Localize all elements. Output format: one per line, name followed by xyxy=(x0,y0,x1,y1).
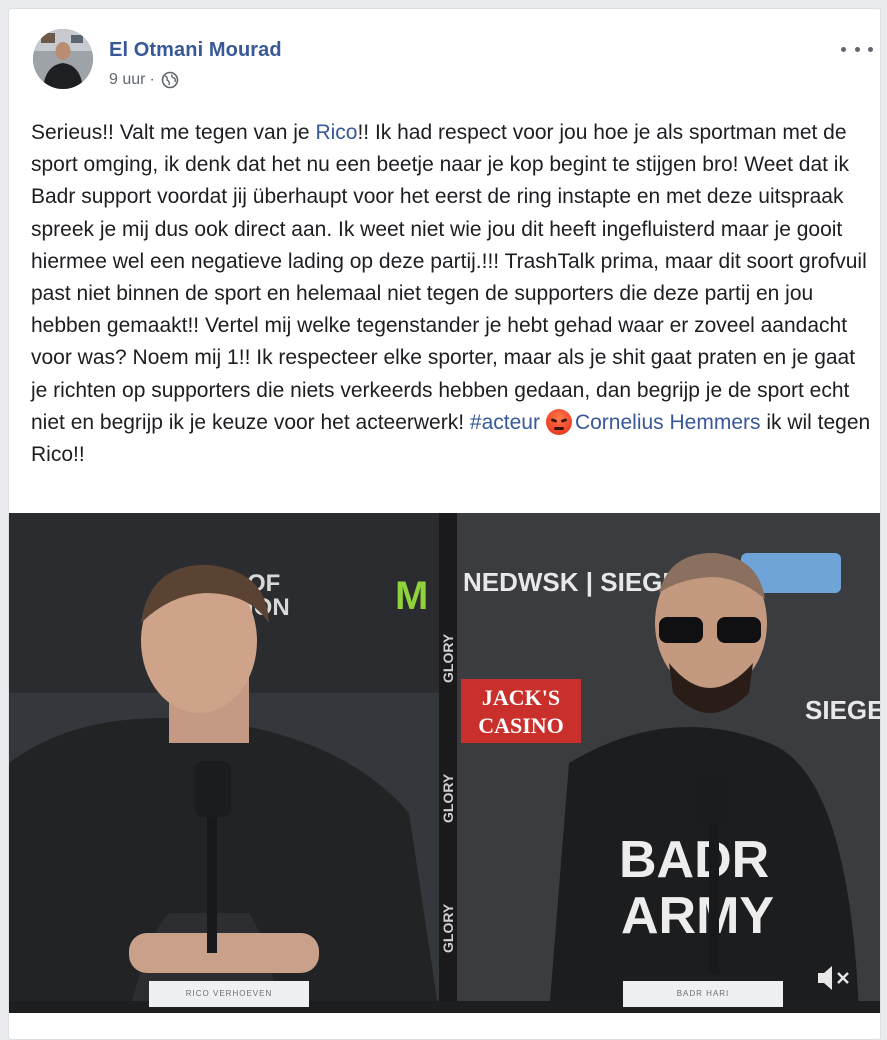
mention-cornelius[interactable]: Cornelius Hemmers xyxy=(575,411,761,434)
svg-text:ARMY: ARMY xyxy=(621,887,774,945)
mention-rico[interactable]: Rico xyxy=(315,121,357,144)
post-card: El Otmani Mourad 9 uur · Serieus!! Valt … xyxy=(8,8,881,1040)
post-meta: 9 uur · xyxy=(109,71,179,89)
svg-text:BADR: BADR xyxy=(619,831,769,889)
nameplate-left: RICO VERHOEVEN xyxy=(149,981,309,1007)
monster-logo: M xyxy=(395,574,428,618)
post-text-segment: !! Ik had respect voor jou hoe je als sp… xyxy=(31,121,867,434)
video-player[interactable]: OF ION M GLORY GLORY GLORY NEDWSK | SIEG… xyxy=(9,513,880,1013)
hashtag-acteur[interactable]: #acteur xyxy=(470,411,540,434)
svg-text:GLORY: GLORY xyxy=(440,773,456,823)
post-header: El Otmani Mourad 9 uur · xyxy=(33,29,873,91)
video-frame: OF ION M GLORY GLORY GLORY NEDWSK | SIEG… xyxy=(9,513,880,1013)
svg-text:M: M xyxy=(395,574,428,618)
svg-text:GLORY: GLORY xyxy=(440,903,456,953)
svg-text:NEDWSK | SIEGE: NEDWSK | SIEGE xyxy=(463,567,680,597)
author-name[interactable]: El Otmani Mourad xyxy=(109,39,282,62)
post-timestamp[interactable]: 9 uur xyxy=(109,71,145,89)
post-body: Serieus!! Valt me tegen van je Rico!! Ik… xyxy=(31,117,871,471)
speaker-muted-icon[interactable] xyxy=(814,963,854,993)
glory-vertical-text: GLORY GLORY GLORY xyxy=(440,633,456,953)
svg-text:CASINO: CASINO xyxy=(478,713,564,738)
jacks-casino-sign: JACK'S CASINO xyxy=(461,679,581,743)
svg-text:GLORY: GLORY xyxy=(440,633,456,683)
globe-icon[interactable] xyxy=(161,71,179,89)
author-avatar[interactable] xyxy=(33,29,93,89)
svg-text:JACK'S: JACK'S xyxy=(482,685,560,710)
nameplate-right: BADR HARI xyxy=(623,981,783,1007)
siege-sign: SIEGE xyxy=(805,695,880,725)
angry-face-emoji xyxy=(545,408,572,435)
sponsor-top: NEDWSK | SIEGE xyxy=(463,567,680,597)
more-options-icon[interactable] xyxy=(841,39,873,59)
shirt-text: BADR ARMY xyxy=(619,831,774,945)
svg-text:SIEGE: SIEGE xyxy=(805,695,880,725)
meta-separator: · xyxy=(149,71,155,88)
post-text-segment: Serieus!! Valt me tegen van je xyxy=(31,121,316,144)
